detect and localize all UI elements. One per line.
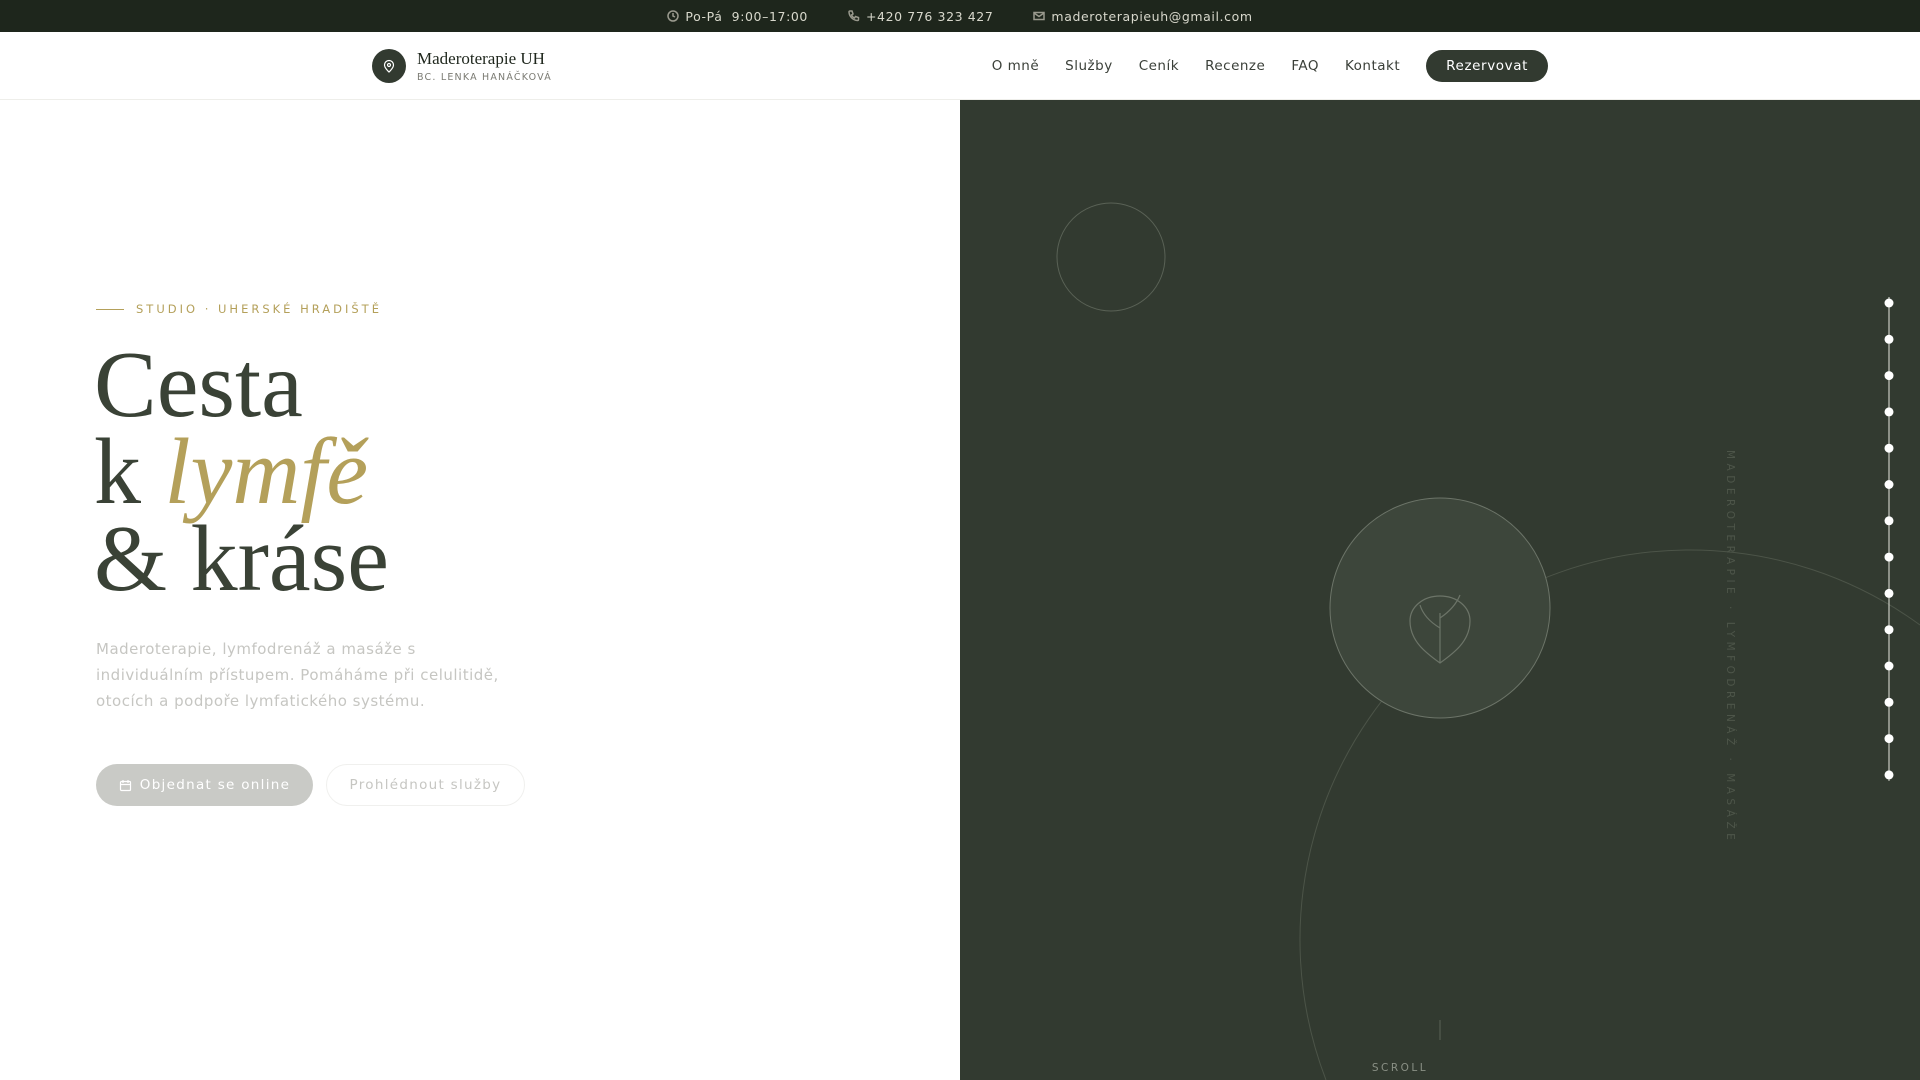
mail-icon bbox=[1033, 11, 1046, 21]
phone-icon bbox=[848, 10, 860, 22]
phone-link[interactable]: +420 776 323 427 bbox=[848, 9, 993, 24]
vertical-tagline: MADEROTERAPIE · LYMFODRENÁŽ · MASÁŽE bbox=[1724, 450, 1736, 845]
decorative-shapes bbox=[1056, 202, 1920, 1080]
slide-dot[interactable] bbox=[1884, 407, 1894, 417]
slide-dot[interactable] bbox=[1884, 552, 1894, 562]
slide-dot[interactable] bbox=[1884, 697, 1894, 707]
phone-text: +420 776 323 427 bbox=[865, 8, 994, 24]
scroll-indicator[interactable]: SCROLL bbox=[1356, 1062, 1444, 1074]
main-nav: O mně Služby Ceník Recenze FAQ Kontakt R… bbox=[992, 50, 1548, 82]
slide-dot[interactable] bbox=[1884, 443, 1894, 453]
slide-dot[interactable] bbox=[1884, 588, 1894, 598]
slide-dot[interactable] bbox=[1884, 371, 1894, 381]
brand-logo[interactable]: Maderoterapie UH BC. LENKA HANÁČKOVÁ bbox=[372, 49, 552, 83]
location-pin-icon bbox=[372, 49, 406, 83]
hours-text: Po-Pá 9:00–17:00 bbox=[685, 8, 808, 24]
page: Po-Pá 9:00–17:00 +420 776 323 427 madero… bbox=[0, 0, 1920, 1080]
slide-dot[interactable] bbox=[1884, 625, 1894, 635]
book-online-label: Objednat se online bbox=[139, 777, 291, 793]
view-services-label: Prohlédnout služby bbox=[349, 777, 502, 793]
brand-subtitle: BC. LENKA HANÁČKOVÁ bbox=[417, 72, 552, 83]
slide-dot[interactable] bbox=[1884, 516, 1894, 526]
slide-dot[interactable] bbox=[1884, 334, 1894, 344]
hero-visual-panel: MADEROTERAPIE · LYMFODRENÁŽ · MASÁŽE SCR… bbox=[960, 100, 1920, 1080]
clock-icon bbox=[667, 10, 680, 22]
book-online-button[interactable]: Objednat se online bbox=[96, 764, 313, 806]
slide-dot[interactable] bbox=[1884, 734, 1894, 744]
slide-dot[interactable] bbox=[1884, 298, 1894, 308]
nav-o-mne[interactable]: O mně bbox=[992, 58, 1039, 74]
eyebrow-line bbox=[96, 308, 124, 310]
nav-kontakt[interactable]: Kontakt bbox=[1345, 58, 1400, 74]
title-line-3: & kráse bbox=[94, 507, 389, 611]
hours-info: Po-Pá 9:00–17:00 bbox=[667, 9, 808, 24]
email-link[interactable]: maderoterapieuh@gmail.com bbox=[1033, 9, 1252, 24]
nav-recenze[interactable]: Recenze bbox=[1205, 58, 1265, 74]
slide-dot[interactable] bbox=[1884, 480, 1894, 489]
nav-cenik[interactable]: Ceník bbox=[1139, 58, 1179, 74]
calendar-icon bbox=[119, 779, 131, 791]
nav-faq[interactable]: FAQ bbox=[1291, 58, 1319, 74]
eyebrow-text: STUDIO · UHERSKÉ HRADIŠTĚ bbox=[136, 302, 382, 316]
hero-description: Maderoterapie, lymfodrenáž a masáže s in… bbox=[96, 640, 499, 710]
hero-eyebrow: STUDIO · UHERSKÉ HRADIŠTĚ bbox=[96, 302, 382, 316]
slide-dot[interactable] bbox=[1884, 661, 1894, 671]
reserve-button[interactable]: Rezervovat bbox=[1426, 50, 1548, 82]
view-services-button[interactable]: Prohlédnout služby bbox=[326, 764, 525, 806]
small-ring bbox=[1056, 202, 1166, 312]
nav-sluzby[interactable]: Služby bbox=[1065, 58, 1113, 74]
slide-dot[interactable] bbox=[1884, 770, 1894, 780]
brand-name: Maderoterapie UH bbox=[417, 49, 545, 68]
top-info-bar: Po-Pá 9:00–17:00 +420 776 323 427 madero… bbox=[0, 0, 1920, 32]
center-circle bbox=[1329, 497, 1551, 719]
site-header: Maderoterapie UH BC. LENKA HANÁČKOVÁ O mn… bbox=[0, 32, 1920, 100]
hero-title: Cesta k lymfě & kráse bbox=[94, 338, 389, 606]
email-text: maderoterapieuh@gmail.com bbox=[1051, 8, 1253, 24]
slide-dots[interactable] bbox=[1884, 297, 1894, 781]
